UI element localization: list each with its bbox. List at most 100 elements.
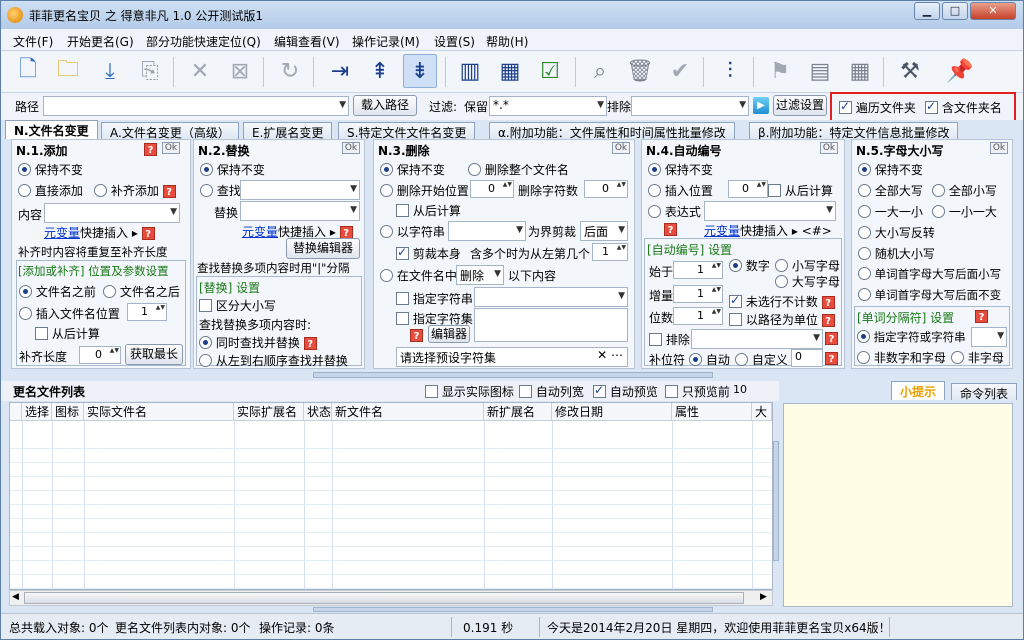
- checklist-icon[interactable]: ☑: [533, 54, 567, 88]
- col-actual-ext[interactable]: 实际扩展名: [234, 403, 304, 421]
- find-input[interactable]: ▼: [240, 180, 360, 200]
- help-icon[interactable]: ?: [664, 223, 677, 236]
- help-icon[interactable]: ?: [144, 143, 157, 156]
- number-from-end-checkbox[interactable]: 从后计算: [768, 182, 833, 199]
- tab-name-change-advanced[interactable]: A.文件名变更（高级）: [101, 122, 239, 140]
- simultaneous-radio[interactable]: 同时查找并替换 ?: [199, 334, 317, 351]
- replace-input[interactable]: ▼: [240, 201, 360, 221]
- digits-spinner[interactable]: 1: [673, 307, 723, 325]
- import-icon[interactable]: ⤓: [93, 54, 127, 88]
- specified-sep-input[interactable]: ▼: [971, 327, 1007, 347]
- unselected-skip-checkbox[interactable]: 未选行不计数 ?: [729, 293, 835, 310]
- scroll-thumb[interactable]: [24, 592, 744, 604]
- menu-settings[interactable]: 设置(S): [434, 33, 475, 50]
- document-icon[interactable]: ▤: [803, 54, 837, 88]
- file-list-table[interactable]: 选择 图标 实际文件名 实际扩展名 状态 新文件名 新扩展名 修改日期 属性 大…: [9, 402, 773, 590]
- columns-icon[interactable]: ▦: [493, 54, 527, 88]
- expression-radio[interactable]: 表达式: [648, 203, 701, 220]
- col-modified[interactable]: 修改日期: [552, 403, 672, 421]
- tab-extension-change[interactable]: E.扩展名变更: [243, 122, 333, 140]
- upper-lower-radio[interactable]: 一大一小: [858, 203, 923, 220]
- open-folder-icon[interactable]: 🗀: [51, 54, 85, 88]
- pad-length-spinner[interactable]: 0: [79, 346, 121, 364]
- left-to-right-radio[interactable]: 从左到右顺序查找并替换: [199, 352, 348, 369]
- case-sensitive-checkbox[interactable]: 区分大小写: [199, 297, 276, 314]
- tools-icon[interactable]: ⚒: [893, 54, 927, 88]
- tab-attribute-time[interactable]: α.附加功能：文件属性和时间属性批量修改: [489, 122, 735, 140]
- auto-pad-radio[interactable]: 自动: [689, 351, 730, 368]
- exclude-input[interactable]: ▼: [691, 329, 823, 349]
- panel-add-ok-button[interactable]: Ok: [162, 142, 180, 154]
- scroll-right-icon[interactable]: ▶: [760, 592, 767, 602]
- panel-number-ok-button[interactable]: Ok: [820, 142, 838, 154]
- tab-file-info[interactable]: β.附加功能：特定文件信息批量修改: [749, 122, 959, 140]
- by-string-radio[interactable]: 以字符串: [380, 223, 445, 240]
- exclude-checkbox[interactable]: 排除: [649, 331, 690, 348]
- load-path-button[interactable]: 载入路径: [353, 95, 417, 116]
- after-select[interactable]: 后面 ▼: [580, 221, 628, 241]
- delete-all-radio[interactable]: 删除整个文件名: [468, 161, 569, 178]
- delete-keep-radio[interactable]: 保持不变: [380, 161, 445, 178]
- cut-self-checkbox[interactable]: 剪裁本身: [396, 245, 461, 262]
- refresh-icon[interactable]: ↻: [273, 54, 307, 88]
- specify-string-checkbox[interactable]: 指定字符串: [396, 290, 473, 307]
- by-path-checkbox[interactable]: 以路径为单位 ?: [729, 311, 835, 328]
- tab-commands[interactable]: 命令列表: [951, 383, 1018, 401]
- menu-file[interactable]: 文件(F): [13, 33, 53, 50]
- add-keep-radio[interactable]: 保持不变: [18, 161, 83, 178]
- all-upper-radio[interactable]: 全部大写: [858, 182, 923, 199]
- find-radio[interactable]: 查找: [200, 182, 241, 199]
- new-file-icon[interactable]: 🗋: [11, 54, 45, 88]
- direct-add-radio[interactable]: 直接添加: [18, 182, 83, 199]
- case-keep-radio[interactable]: 保持不变: [858, 161, 923, 178]
- col-icon[interactable]: 图标: [52, 403, 84, 421]
- charset-editor-button[interactable]: 编辑器: [428, 325, 470, 343]
- col-status[interactable]: 状态: [304, 403, 332, 421]
- before-name-radio[interactable]: 文件名之前: [19, 283, 96, 300]
- tab-specific-file-rename[interactable]: S.特定文件文件名变更: [338, 122, 476, 140]
- flag-icon[interactable]: ⚑: [763, 54, 797, 88]
- trash-icon[interactable]: 🗑: [623, 54, 657, 88]
- confirm-icon[interactable]: ✔: [663, 54, 697, 88]
- specify-set-textarea[interactable]: [474, 308, 628, 342]
- panel-delete-ok-button[interactable]: Ok: [612, 142, 630, 154]
- menu-rename[interactable]: 开始更名(G): [67, 33, 134, 50]
- after-name-radio[interactable]: 文件名之后: [103, 283, 180, 300]
- tab-name-change[interactable]: N.文件名变更: [5, 120, 98, 139]
- specified-sep-radio[interactable]: 指定字符或字符串: [857, 329, 966, 345]
- number-keep-radio[interactable]: 保持不变: [648, 161, 713, 178]
- from-end-checkbox[interactable]: 从后计算: [35, 325, 100, 342]
- help-icon[interactable]: ?: [410, 329, 423, 342]
- exclude-filter-input[interactable]: ▼: [631, 96, 749, 116]
- preview-first-checkbox[interactable]: 只预览前: [665, 383, 730, 400]
- menu-history[interactable]: 操作记录(M): [352, 33, 420, 50]
- pin-icon[interactable]: 📌: [943, 54, 977, 88]
- step-spinner[interactable]: 1: [673, 285, 723, 303]
- auto-preview-checkbox[interactable]: 自动预览: [593, 383, 658, 400]
- horizontal-scrollbar[interactable]: ◀ ▶: [9, 590, 773, 606]
- table-icon[interactable]: ▦: [843, 54, 877, 88]
- delete-start-radio[interactable]: 删除开始位置: [380, 182, 469, 199]
- replace-editor-button[interactable]: 替换编辑器: [286, 238, 360, 259]
- meta-var-link[interactable]: 元变量快捷插入 ▸ ?: [44, 224, 155, 241]
- custom-pad-radio[interactable]: 自定义: [735, 351, 788, 368]
- columns-left-icon[interactable]: ▥: [453, 54, 487, 88]
- keep-filter-input[interactable]: *.* ▼: [489, 96, 607, 116]
- invert-case-radio[interactable]: 大小写反转: [858, 224, 935, 241]
- menu-help[interactable]: 帮助(H): [486, 33, 528, 50]
- lower-letter-radio[interactable]: 小写字母: [775, 257, 840, 274]
- tab-tips[interactable]: 小提示: [891, 381, 946, 400]
- sliders-icon[interactable]: ⫶: [713, 54, 747, 88]
- boundary-string-input[interactable]: ▼: [448, 221, 526, 241]
- preset-charset-select[interactable]: 请选择预设字符集 ✕ ⋯: [396, 347, 628, 367]
- panel-case-ok-button[interactable]: Ok: [990, 142, 1008, 154]
- path-input[interactable]: ▼: [43, 96, 349, 116]
- panel-replace-ok-button[interactable]: Ok: [342, 142, 360, 154]
- start-spinner[interactable]: 1: [673, 261, 723, 279]
- non-alnum-radio[interactable]: 非数字和字母: [857, 349, 946, 366]
- number-meta-var-link[interactable]: 元变量快捷插入 ▸ <#>: [704, 222, 832, 239]
- number-pos-spinner[interactable]: 0: [728, 180, 768, 198]
- show-icon-checkbox[interactable]: 显示实际图标: [425, 383, 514, 400]
- auto-width-checkbox[interactable]: 自动列宽: [519, 383, 584, 400]
- pad-add-radio[interactable]: 补齐添加 ?: [94, 182, 176, 199]
